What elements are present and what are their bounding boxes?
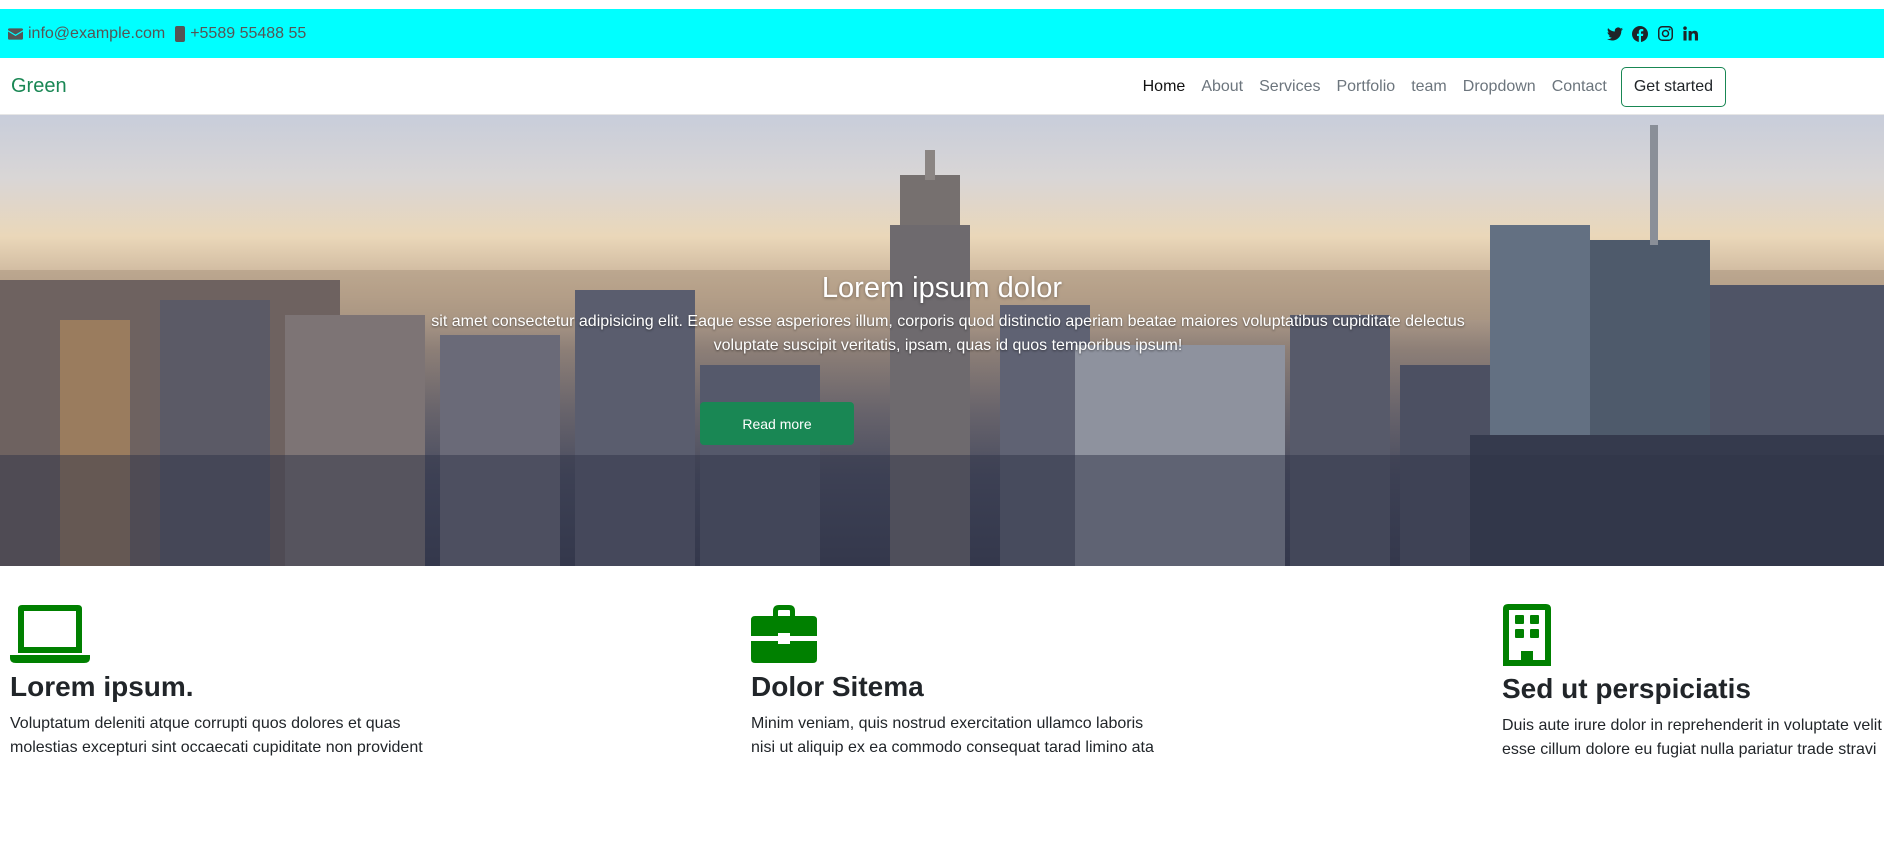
nav-dropdown[interactable]: Dropdown [1463,78,1536,96]
email-info[interactable]: info@example.com [8,25,165,43]
phone-text: +5589 55488 55 [190,24,307,42]
top-bar: info@example.com +5589 55488 55 [0,9,1884,58]
facebook-icon[interactable] [1632,25,1648,42]
building-icon [1503,604,1551,666]
nav-menu: Home About Services Portfolio team Dropd… [1127,58,1726,115]
nav-home[interactable]: Home [1143,78,1186,96]
phone-icon [175,25,186,42]
hero-title: Lorem ipsum dolor [821,272,1063,304]
email-text: info@example.com [28,24,166,42]
feature-text: Duis aute irure dolor in reprehenderit i… [1502,717,1882,758]
feature-card: Dolor Sitema Minim veniam, quis nostrud … [751,603,1171,760]
nav-team[interactable]: team [1411,78,1447,96]
nav-services[interactable]: Services [1259,78,1320,96]
feature-card: Sed ut perspiciatis Duis aute irure dolo… [1502,603,1884,762]
get-started-button[interactable]: Get started [1620,66,1726,107]
envelope-icon [8,27,23,40]
social-links [1607,9,1698,58]
brand-logo[interactable]: Green [11,58,67,115]
feature-title: Dolor Sitema [751,671,924,702]
briefcase-icon [751,605,817,663]
nav-portfolio[interactable]: Portfolio [1336,78,1395,96]
instagram-icon[interactable] [1657,26,1673,42]
feature-title: Sed ut perspiciatis [1502,673,1751,704]
nav-about[interactable]: About [1201,78,1243,96]
hero-banner: Lorem ipsum dolor sit amet consectetur a… [0,115,1884,566]
phone-info[interactable]: +5589 55488 55 [175,25,306,43]
contact-info: info@example.com +5589 55488 55 [8,9,306,58]
navbar: Green Home About Services Portfolio team… [0,58,1884,115]
twitter-icon[interactable] [1607,26,1623,42]
read-more-button[interactable]: Read more [700,402,854,445]
feature-card: Lorem ipsum. Voluptatum deleniti atque c… [10,603,430,760]
feature-title: Lorem ipsum. [10,671,194,702]
laptop-icon [10,605,90,663]
feature-text: Voluptatum deleniti atque corrupti quos … [10,715,423,756]
nav-contact[interactable]: Contact [1552,78,1607,96]
feature-text: Minim veniam, quis nostrud exercitation … [751,715,1154,756]
linkedin-icon[interactable] [1682,26,1698,42]
hero-description: sit amet consectetur adipisicing elit. E… [431,313,1465,354]
